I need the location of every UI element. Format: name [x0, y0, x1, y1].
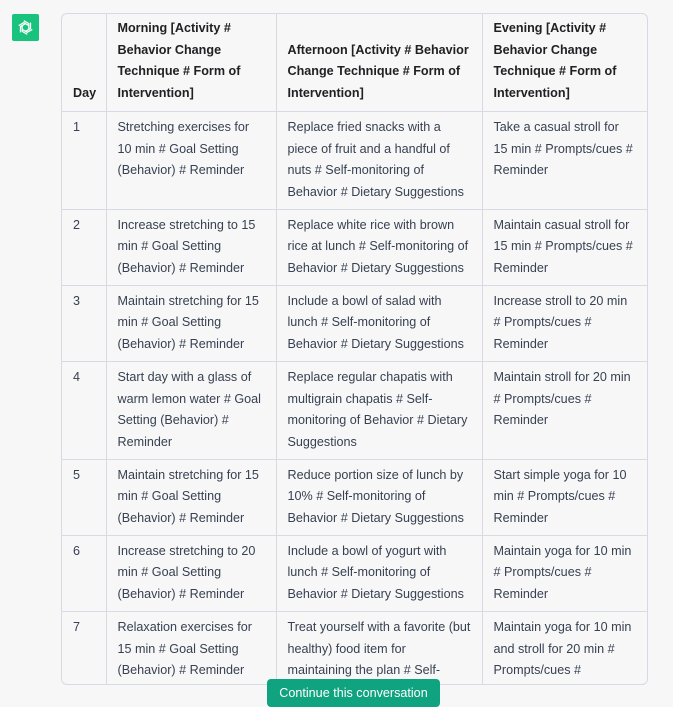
table-header-row: Day Morning [Activity # Behavior Change … [62, 14, 647, 112]
table-row: 7 Relaxation exercises for 15 min # Goal… [62, 611, 647, 684]
cell-afternoon: Reduce portion size of lunch by 10% # Se… [276, 459, 483, 536]
cell-morning: Relaxation exercises for 15 min # Goal S… [106, 611, 277, 684]
cell-day: 6 [62, 535, 107, 612]
cell-morning: Stretching exercises for 10 min # Goal S… [106, 111, 277, 210]
cell-evening: Take a casual stroll for 15 min # Prompt… [482, 111, 647, 210]
header-day: Day [62, 14, 107, 112]
cell-afternoon: Replace white rice with brown rice at lu… [276, 209, 483, 286]
cell-day: 5 [62, 459, 107, 536]
cell-afternoon: Include a bowl of yogurt with lunch # Se… [276, 535, 483, 612]
cell-day: 2 [62, 209, 107, 286]
cell-morning: Increase stretching to 20 min # Goal Set… [106, 535, 277, 612]
weekly-plan-table: Day Morning [Activity # Behavior Change … [62, 14, 647, 684]
cell-day: 4 [62, 361, 107, 460]
header-afternoon: Afternoon [Activity # Behavior Change Te… [276, 14, 483, 112]
cell-morning: Maintain stretching for 15 min # Goal Se… [106, 285, 277, 362]
header-evening: Evening [Activity # Behavior Change Tech… [482, 14, 647, 112]
table-row: 3 Maintain stretching for 15 min # Goal … [62, 285, 647, 362]
cell-day: 1 [62, 111, 107, 210]
cell-morning: Start day with a glass of warm lemon wat… [106, 361, 277, 460]
cell-afternoon: Replace regular chapatis with multigrain… [276, 361, 483, 460]
assistant-avatar [12, 14, 39, 41]
table-row: 4 Start day with a glass of warm lemon w… [62, 361, 647, 460]
cell-evening: Maintain stroll for 20 min # Prompts/cue… [482, 361, 647, 460]
cell-morning: Increase stretching to 15 min # Goal Set… [106, 209, 277, 286]
header-morning: Morning [Activity # Behavior Change Tech… [106, 14, 277, 112]
cell-evening: Start simple yoga for 10 min # Prompts/c… [482, 459, 647, 536]
cell-morning: Maintain stretching for 15 min # Goal Se… [106, 459, 277, 536]
table-row: 1 Stretching exercises for 10 min # Goal… [62, 111, 647, 210]
cell-afternoon: Treat yourself with a favorite (but heal… [276, 611, 483, 684]
table-row: 2 Increase stretching to 15 min # Goal S… [62, 209, 647, 286]
cell-day: 7 [62, 611, 107, 684]
cell-afternoon: Include a bowl of salad with lunch # Sel… [276, 285, 483, 362]
cell-evening: Maintain yoga for 10 min and stroll for … [493, 619, 632, 678]
table-row: 5 Maintain stretching for 15 min # Goal … [62, 459, 647, 536]
continue-conversation-button[interactable]: Continue this conversation [267, 679, 440, 707]
openai-logo-icon [18, 20, 33, 35]
cell-afternoon: Replace fried snacks with a piece of fru… [276, 111, 483, 210]
table-row: 6 Increase stretching to 20 min # Goal S… [62, 535, 647, 612]
plan-table-card: Day Morning [Activity # Behavior Change … [61, 13, 648, 685]
cell-evening: Maintain casual stroll for 15 min # Prom… [482, 209, 647, 286]
cell-day: 3 [62, 285, 107, 362]
cell-evening: Maintain yoga for 10 min # Prompts/cues … [482, 535, 647, 612]
cell-evening: Increase stroll to 20 min # Prompts/cues… [482, 285, 647, 362]
